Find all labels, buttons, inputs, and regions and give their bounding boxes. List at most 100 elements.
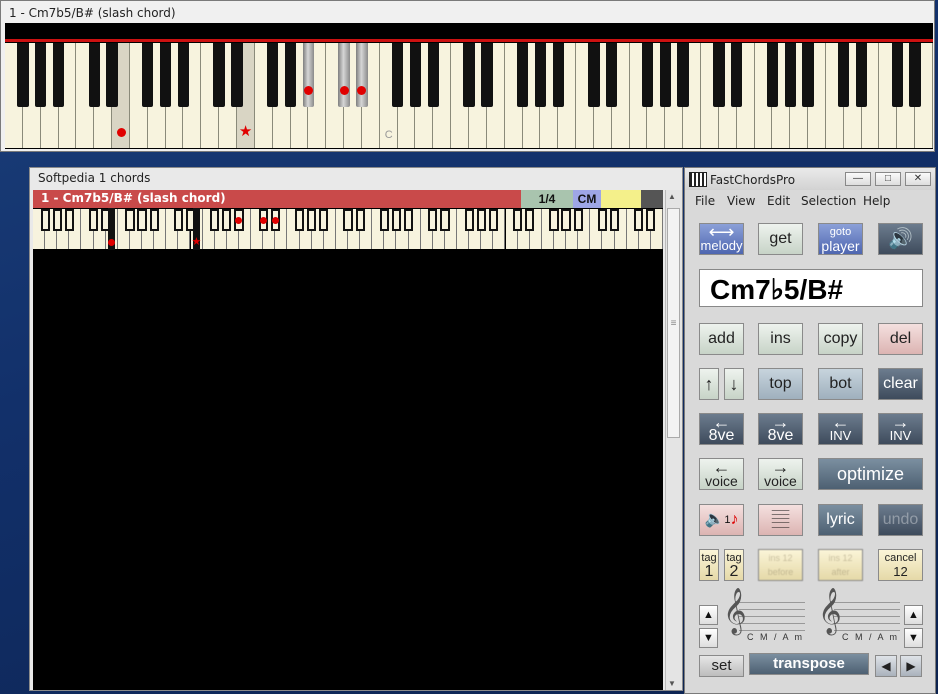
transpose-right-button[interactable]: ▶ [900,655,922,677]
black-key[interactable] [403,209,414,231]
add-button[interactable]: add [699,323,744,355]
black-key[interactable] [355,209,365,231]
menu-help[interactable]: Help [863,194,890,208]
black-key[interactable] [177,43,190,107]
copy-button[interactable]: copy [818,323,863,355]
tag2-button[interactable]: tag 2 [724,549,744,581]
close-button[interactable]: ✕ [905,172,931,186]
cancel-12-button[interactable]: cancel 12 [878,549,923,581]
black-key[interactable] [213,43,225,107]
black-key[interactable] [597,209,608,231]
black-key[interactable] [52,43,65,107]
tag1-button[interactable]: tag 1 [699,549,719,581]
clear-button[interactable]: clear [878,368,923,400]
move-down-button[interactable]: ↓ [724,368,744,400]
black-key[interactable] [784,43,796,107]
black-key[interactable] [391,43,404,107]
mute-note-button[interactable]: 🔈 1 ♪ [699,504,744,536]
black-key[interactable] [319,209,329,231]
key-badge[interactable]: CM [573,190,601,208]
black-key[interactable] [513,209,523,231]
small-piano-keyboard[interactable]: ★ [33,208,663,250]
key-down-left-button[interactable]: ▼ [699,628,718,648]
set-button[interactable]: set [699,655,744,677]
menu-view[interactable]: View [727,194,755,208]
ins-button[interactable]: ins [758,323,803,355]
black-key[interactable] [307,209,317,231]
black-key[interactable] [909,43,921,107]
optimize-button[interactable]: optimize [818,458,923,490]
black-key[interactable] [142,43,154,107]
black-key[interactable] [464,209,474,231]
black-key[interactable] [525,209,535,231]
black-key[interactable] [481,43,493,107]
get-button[interactable]: get [758,223,803,255]
black-key[interactable] [488,209,498,231]
title-bar[interactable]: FastChordsPro — □ ✕ [685,168,935,190]
voice-left-button[interactable]: ← voice [699,458,744,490]
black-key[interactable] [52,209,62,231]
black-key[interactable] [137,209,147,231]
black-key[interactable] [88,43,100,107]
black-key[interactable] [463,43,475,107]
black-key[interactable] [356,43,368,107]
black-key[interactable] [159,43,172,107]
black-key[interactable] [646,209,656,231]
menu-edit[interactable]: Edit [767,194,790,208]
melody-button[interactable]: ⟷ melody [699,223,744,255]
menu-file[interactable]: File [695,194,715,208]
key-up-right-button[interactable]: ▲ [904,605,923,625]
invert-right-button[interactable]: → INV [878,413,923,445]
black-key[interactable] [588,43,600,107]
black-key[interactable] [149,209,159,231]
scroll-thumb[interactable]: ≡ [667,208,680,438]
black-key[interactable] [302,43,315,107]
black-key[interactable] [606,43,618,107]
black-key[interactable] [838,43,850,107]
black-key[interactable] [891,43,903,107]
black-key[interactable] [88,209,99,231]
black-key[interactable] [391,209,402,231]
lyric-button[interactable]: lyric [818,504,863,536]
maximize-button[interactable]: □ [875,172,901,186]
octave-down-button[interactable]: ← 8ve [699,413,744,445]
menu-selection[interactable]: Selection [801,194,856,208]
lyric-slot[interactable] [601,190,641,208]
black-key[interactable] [609,209,620,231]
key-up-left-button[interactable]: ▲ [699,605,718,625]
speaker-button[interactable]: 🔊 [878,223,923,255]
key-down-right-button[interactable]: ▼ [904,628,923,648]
scroll-down-icon[interactable]: ▼ [668,679,676,688]
black-key[interactable] [730,43,743,107]
vertical-scrollbar[interactable]: ▲ ≡ ▼ [665,190,682,690]
notation-button[interactable]: 𝄚 [758,504,803,536]
black-key[interactable] [409,43,422,107]
top-button[interactable]: top [758,368,803,400]
chord-row[interactable]: 1 - Cm7b5/B# (slash chord) 1/4 CM [33,190,663,208]
black-key[interactable] [427,43,439,107]
black-key[interactable] [766,43,779,107]
black-key[interactable] [343,209,353,231]
black-key[interactable] [634,209,644,231]
black-key[interactable] [294,209,305,231]
transpose-left-button[interactable]: ◀ [875,655,897,677]
black-key[interactable] [855,43,868,107]
black-key[interactable] [125,209,135,231]
goto-player-button[interactable]: goto player [818,223,863,255]
del-button[interactable]: del [878,323,923,355]
black-key[interactable] [173,209,183,231]
bot-button[interactable]: bot [818,368,863,400]
black-key[interactable] [210,209,220,231]
invert-left-button[interactable]: ← INV [818,413,863,445]
time-signature-badge[interactable]: 1/4 [521,190,573,208]
black-key[interactable] [802,43,814,107]
black-key[interactable] [64,209,74,231]
large-piano-keyboard[interactable]: ★ C [5,23,933,149]
black-key[interactable] [552,43,564,107]
black-key[interactable] [561,209,571,231]
black-key[interactable] [573,209,583,231]
move-up-button[interactable]: ↑ [699,368,719,400]
black-key[interactable] [713,43,725,107]
minimize-button[interactable]: — [845,172,871,186]
black-key[interactable] [549,209,559,231]
